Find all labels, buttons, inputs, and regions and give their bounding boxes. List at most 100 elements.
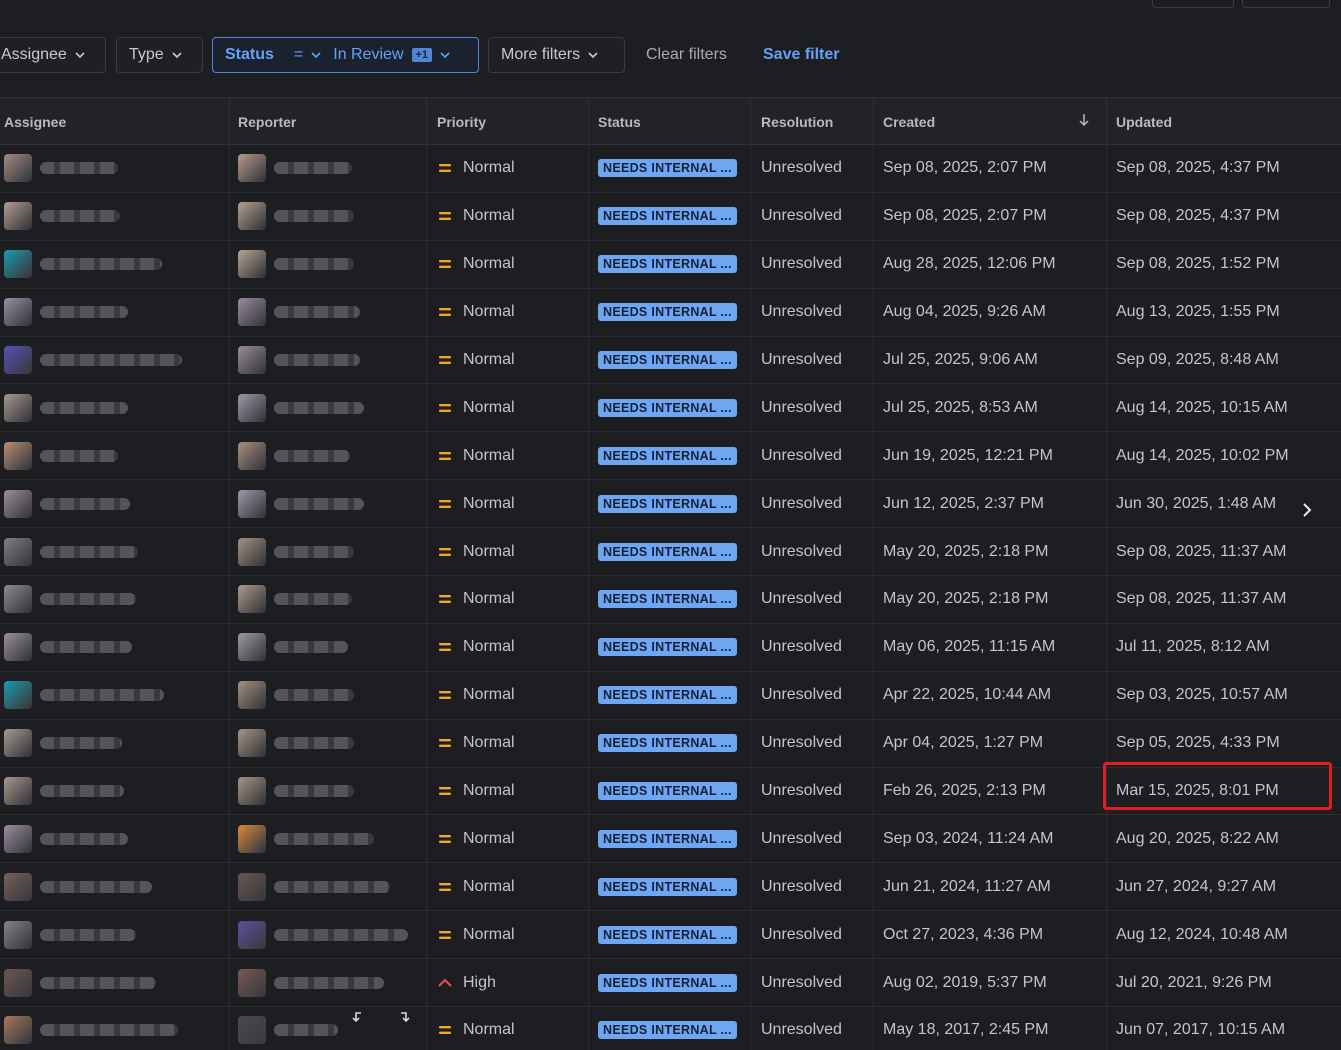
status-cell[interactable]: NEEDS INTERNAL ... [589,528,751,576]
reporter-cell[interactable] [230,911,427,959]
table-row[interactable]: Normal NEEDS INTERNAL ... Unresolved May 20… [0,576,1341,624]
avatar[interactable] [238,537,266,566]
status-cell[interactable]: NEEDS INTERNAL ... [589,384,751,432]
avatar[interactable] [238,250,266,279]
avatar[interactable] [4,585,32,614]
avatar[interactable] [4,489,32,518]
status-cell[interactable]: NEEDS INTERNAL ... [589,145,751,192]
column-header-priority[interactable]: Priority [427,98,589,145]
toolbar-button-2[interactable] [1242,0,1330,8]
reporter-cell[interactable] [230,959,427,1007]
reporter-cell[interactable] [230,145,427,192]
scroll-right-button[interactable] [1294,497,1320,523]
status-cell[interactable]: NEEDS INTERNAL ... [589,959,751,1007]
assignee-cell[interactable] [0,623,230,671]
reporter-cell[interactable] [230,240,427,288]
avatar[interactable] [238,393,266,422]
column-header-status[interactable]: Status [589,98,751,145]
table-row[interactable]: Normal NEEDS INTERNAL ... Unresolved Jul 25… [0,384,1341,433]
avatar[interactable] [238,298,266,327]
table-row[interactable]: Normal NEEDS INTERNAL ... Unresolved Sep 08… [0,145,1341,193]
avatar[interactable] [238,441,266,470]
avatar[interactable] [4,777,32,806]
column-header-created[interactable]: Created [874,98,1107,145]
status-cell[interactable]: NEEDS INTERNAL ... [589,576,751,623]
status-badge[interactable]: NEEDS INTERNAL ... [598,542,737,561]
status-cell[interactable]: NEEDS INTERNAL ... [589,192,751,240]
reporter-cell[interactable] [230,863,427,911]
reporter-cell[interactable] [230,719,427,767]
avatar[interactable] [238,154,266,183]
avatar[interactable] [4,250,32,279]
assignee-cell[interactable] [0,671,230,719]
table-row[interactable]: Normal NEEDS INTERNAL ... Unresolved Jun 12… [0,480,1341,529]
assignee-cell[interactable] [0,959,230,1007]
undo-icon[interactable] [351,1011,365,1025]
avatar[interactable] [238,346,266,374]
avatar[interactable] [4,346,32,374]
status-cell[interactable]: NEEDS INTERNAL ... [589,671,751,719]
avatar[interactable] [4,729,32,758]
status-cell[interactable]: NEEDS INTERNAL ... [589,911,751,959]
table-row[interactable]: Normal NEEDS INTERNAL ... Unresolved Apr 04… [0,719,1341,768]
avatar[interactable] [4,202,32,231]
status-badge[interactable]: NEEDS INTERNAL ... [598,638,737,657]
avatar[interactable] [238,489,266,518]
status-badge[interactable]: NEEDS INTERNAL ... [598,686,737,705]
avatar[interactable] [238,729,266,758]
table-row[interactable]: Normal NEEDS INTERNAL ... Unresolved Aug 28… [0,240,1341,289]
status-badge[interactable]: NEEDS INTERNAL ... [598,398,737,417]
status-badge[interactable]: NEEDS INTERNAL ... [598,973,737,992]
status-cell[interactable]: NEEDS INTERNAL ... [589,1007,751,1050]
table-row[interactable]: High NEEDS INTERNAL ... Unresolved Aug 02, … [0,959,1341,1008]
reporter-cell[interactable] [230,480,427,528]
reporter-cell[interactable] [230,815,427,863]
table-row[interactable]: Normal NEEDS INTERNAL ... Unresolved Aug 04… [0,288,1341,337]
reporter-cell[interactable] [230,384,427,432]
assignee-cell[interactable] [0,288,230,336]
reporter-cell[interactable] [230,432,427,480]
status-badge[interactable]: NEEDS INTERNAL ... [598,925,737,944]
column-header-reporter[interactable]: Reporter [230,98,427,145]
status-badge[interactable]: NEEDS INTERNAL ... [598,159,737,178]
status-cell[interactable]: NEEDS INTERNAL ... [589,480,751,528]
clear-filters-button[interactable]: Clear filters [633,37,740,73]
reporter-cell[interactable] [230,576,427,623]
assignee-cell[interactable] [0,719,230,767]
assignee-cell[interactable] [0,911,230,959]
avatar[interactable] [4,441,32,470]
assignee-cell[interactable] [0,480,230,528]
avatar[interactable] [4,154,32,183]
table-row[interactable]: Normal NEEDS INTERNAL ... Unresolved May 06… [0,623,1341,672]
avatar[interactable] [4,537,32,566]
table-row[interactable]: Normal NEEDS INTERNAL ... Unresolved Jun 19… [0,432,1341,481]
status-cell[interactable]: NEEDS INTERNAL ... [589,863,751,911]
assignee-cell[interactable] [0,863,230,911]
reporter-cell[interactable] [230,288,427,336]
avatar[interactable] [4,393,32,422]
toolbar-button-1[interactable] [1152,0,1234,8]
status-badge[interactable]: NEEDS INTERNAL ... [598,446,737,465]
table-row[interactable]: Normal NEEDS INTERNAL ... Unresolved May 20… [0,528,1341,577]
status-badge[interactable]: NEEDS INTERNAL ... [598,303,737,322]
table-row[interactable]: Normal NEEDS INTERNAL ... Unresolved Sep 08… [0,192,1341,241]
reporter-cell[interactable] [230,192,427,240]
sort-descending-icon[interactable] [1078,113,1090,130]
status-filter-button[interactable]: Status = In Review +1 [212,37,479,73]
avatar[interactable] [238,633,266,662]
assignee-cell[interactable] [0,336,230,384]
status-cell[interactable]: NEEDS INTERNAL ... [589,623,751,671]
avatar[interactable] [238,202,266,231]
status-badge[interactable]: NEEDS INTERNAL ... [598,207,737,226]
avatar[interactable] [238,585,266,614]
assignee-cell[interactable] [0,240,230,288]
assignee-cell[interactable] [0,432,230,480]
reporter-cell[interactable] [230,528,427,576]
avatar[interactable] [4,681,32,710]
status-badge[interactable]: NEEDS INTERNAL ... [598,255,737,274]
table-row[interactable]: Normal NEEDS INTERNAL ... Unresolved Oct 27… [0,911,1341,960]
table-row[interactable]: Normal NEEDS INTERNAL ... Unresolved Feb 26… [0,767,1341,816]
type-filter-button[interactable]: Type [116,37,203,73]
table-row[interactable]: Normal NEEDS INTERNAL ... Unresolved Sep 03… [0,815,1341,864]
avatar[interactable] [4,968,32,997]
